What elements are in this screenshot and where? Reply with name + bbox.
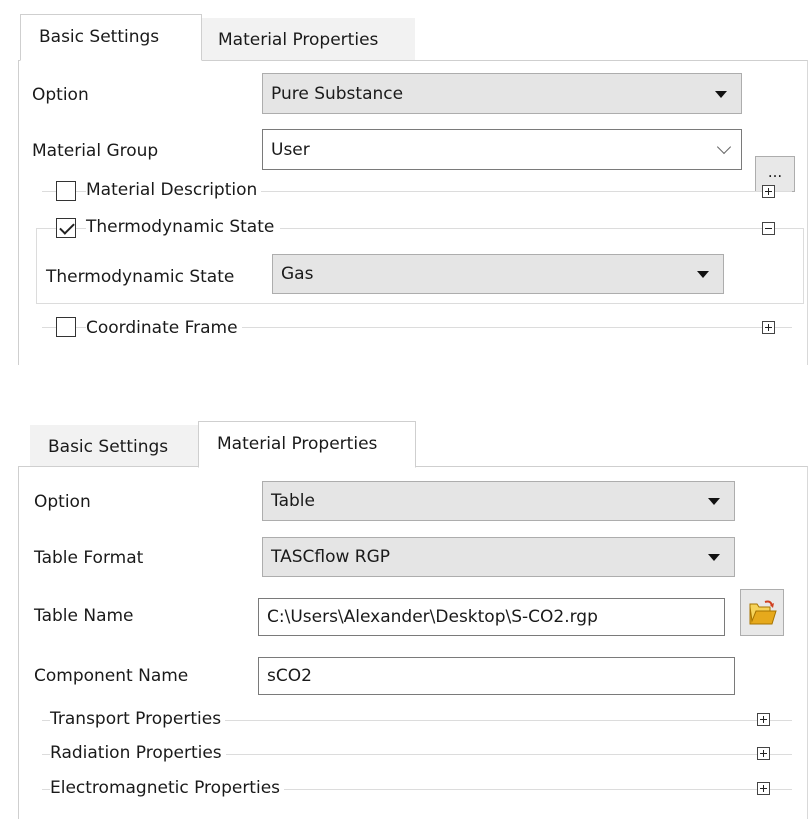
dropdown-arrow-icon [708, 554, 720, 561]
coordinate-frame-label: Coordinate Frame [86, 318, 242, 338]
table-name-input[interactable]: C:\Users\Alexander\Desktop\S-CO2.rgp [258, 598, 725, 636]
thermodynamic-state-group-label: Thermodynamic State [86, 217, 281, 237]
collapse-minus-icon[interactable] [762, 222, 775, 235]
checkmark-icon [59, 219, 75, 235]
open-file-button[interactable] [740, 589, 784, 636]
material-description-label: Material Description [86, 180, 262, 200]
tab-basic-settings[interactable]: Basic Settings [20, 14, 202, 61]
chevron-down-icon [716, 139, 732, 154]
tab-material-properties[interactable]: Material Properties [200, 18, 415, 60]
thermodynamic-state-checkbox[interactable] [56, 218, 76, 238]
material-group-value: User [271, 139, 310, 160]
browse-button[interactable]: ... [755, 156, 795, 192]
option-select[interactable]: Pure Substance [262, 73, 742, 114]
expand-plus-icon[interactable] [757, 713, 770, 726]
component-name-value: sCO2 [267, 666, 312, 686]
thermodynamic-state-select[interactable]: Gas [272, 254, 724, 294]
expand-plus-icon[interactable] [762, 185, 775, 198]
table-name-label: Table Name [34, 606, 134, 626]
tab-basic-settings[interactable]: Basic Settings [30, 425, 200, 467]
coordinate-frame-checkbox[interactable] [56, 317, 76, 337]
folder-open-icon [749, 600, 777, 625]
radiation-properties-label: Radiation Properties [50, 743, 226, 763]
option-value: Table [271, 491, 315, 511]
table-format-select[interactable]: TASCflow RGP [262, 537, 735, 577]
table-format-value: TASCflow RGP [271, 547, 391, 567]
expand-plus-icon[interactable] [757, 747, 770, 760]
tab-material-properties[interactable]: Material Properties [198, 421, 416, 468]
dropdown-arrow-icon [715, 90, 727, 98]
thermodynamic-state-value: Gas [281, 264, 314, 284]
option-label: Option [34, 492, 91, 512]
material-group-select[interactable]: User [262, 129, 742, 170]
dropdown-arrow-icon [708, 498, 720, 505]
dropdown-arrow-icon [697, 271, 709, 278]
table-name-value: C:\Users\Alexander\Desktop\S-CO2.rgp [267, 607, 598, 627]
tab-label: Basic Settings [39, 27, 160, 47]
expand-plus-icon[interactable] [762, 321, 775, 334]
component-name-input[interactable]: sCO2 [258, 657, 735, 695]
component-name-label: Component Name [34, 666, 189, 686]
electromagnetic-properties-label: Electromagnetic Properties [50, 778, 285, 798]
table-format-label: Table Format [34, 548, 144, 568]
transport-properties-label: Transport Properties [50, 709, 226, 729]
thermodynamic-state-label: Thermodynamic State [46, 267, 235, 287]
material-group-label: Material Group [32, 141, 159, 161]
expand-plus-icon[interactable] [757, 782, 770, 795]
tab-label: Material Properties [218, 30, 379, 50]
tab-label: Basic Settings [48, 437, 169, 457]
option-value: Pure Substance [271, 83, 404, 104]
option-label: Option [32, 85, 89, 105]
option-select[interactable]: Table [262, 481, 735, 521]
material-description-checkbox[interactable] [56, 181, 76, 201]
tab-label: Material Properties [217, 434, 378, 454]
